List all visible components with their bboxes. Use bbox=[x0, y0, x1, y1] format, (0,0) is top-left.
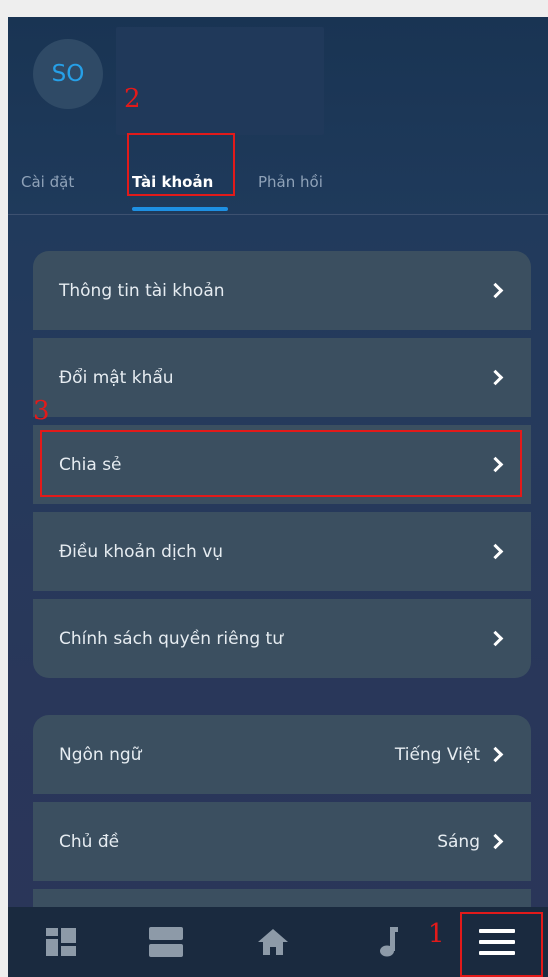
app-screen: SO Cài đặt Tài khoản Phản hồi Thông tin … bbox=[8, 17, 548, 977]
menu-item-label: Ngôn ngữ bbox=[59, 744, 142, 765]
menu-item-value: Tiếng Việt bbox=[394, 744, 480, 765]
list-view-icon bbox=[149, 927, 183, 957]
menu-item-theme[interactable]: Chủ đề Sáng bbox=[33, 802, 531, 881]
menu-item-label: Điều khoản dịch vụ bbox=[59, 541, 224, 562]
menu-item-label: Đổi mật khẩu bbox=[59, 367, 174, 388]
profile-info-panel bbox=[116, 27, 324, 135]
tab-bar: Cài đặt Tài khoản Phản hồi bbox=[8, 157, 548, 213]
menu-item-language[interactable]: Ngôn ngữ Tiếng Việt bbox=[33, 715, 531, 794]
menu-item-change-password[interactable]: Đổi mật khẩu bbox=[33, 338, 531, 417]
menu-item-label: Thông tin tài khoản bbox=[59, 280, 225, 301]
chevron-right-icon bbox=[487, 746, 504, 763]
chevron-right-icon bbox=[487, 833, 504, 850]
chevron-right-icon bbox=[487, 369, 504, 386]
annotation-box-tab bbox=[127, 133, 235, 196]
annotation-box-menu bbox=[460, 912, 543, 977]
chevron-right-icon bbox=[487, 282, 504, 299]
nav-dashboard-button[interactable] bbox=[21, 907, 101, 977]
annotation-number: 2 bbox=[124, 84, 141, 114]
chevron-right-icon bbox=[487, 543, 504, 560]
menu-item-label: Chủ đề bbox=[59, 831, 120, 852]
nav-home-button[interactable] bbox=[233, 907, 313, 977]
menu-item-value: Sáng bbox=[437, 831, 480, 852]
menu-item-privacy-policy[interactable]: Chính sách quyền riêng tư bbox=[33, 599, 531, 678]
home-icon bbox=[258, 929, 288, 955]
menu-item-label: Chính sách quyền riêng tư bbox=[59, 628, 283, 649]
chevron-right-icon bbox=[487, 630, 504, 647]
avatar-initials: SO bbox=[51, 61, 85, 87]
dashboard-icon bbox=[46, 928, 76, 956]
avatar[interactable]: SO bbox=[33, 39, 103, 109]
tab-settings[interactable]: Cài đặt bbox=[21, 173, 74, 191]
tab-feedback[interactable]: Phản hồi bbox=[258, 173, 323, 191]
divider bbox=[8, 214, 548, 215]
music-note-icon bbox=[380, 927, 398, 957]
menu-item-account-info[interactable]: Thông tin tài khoản bbox=[33, 251, 531, 330]
active-tab-indicator bbox=[132, 207, 228, 211]
annotation-number: 3 bbox=[33, 396, 50, 426]
annotation-box-share bbox=[40, 430, 522, 497]
nav-list-button[interactable] bbox=[126, 907, 206, 977]
nav-music-button[interactable] bbox=[348, 907, 428, 977]
menu-item-terms-of-service[interactable]: Điều khoản dịch vụ bbox=[33, 512, 531, 591]
annotation-number: 1 bbox=[428, 919, 445, 949]
